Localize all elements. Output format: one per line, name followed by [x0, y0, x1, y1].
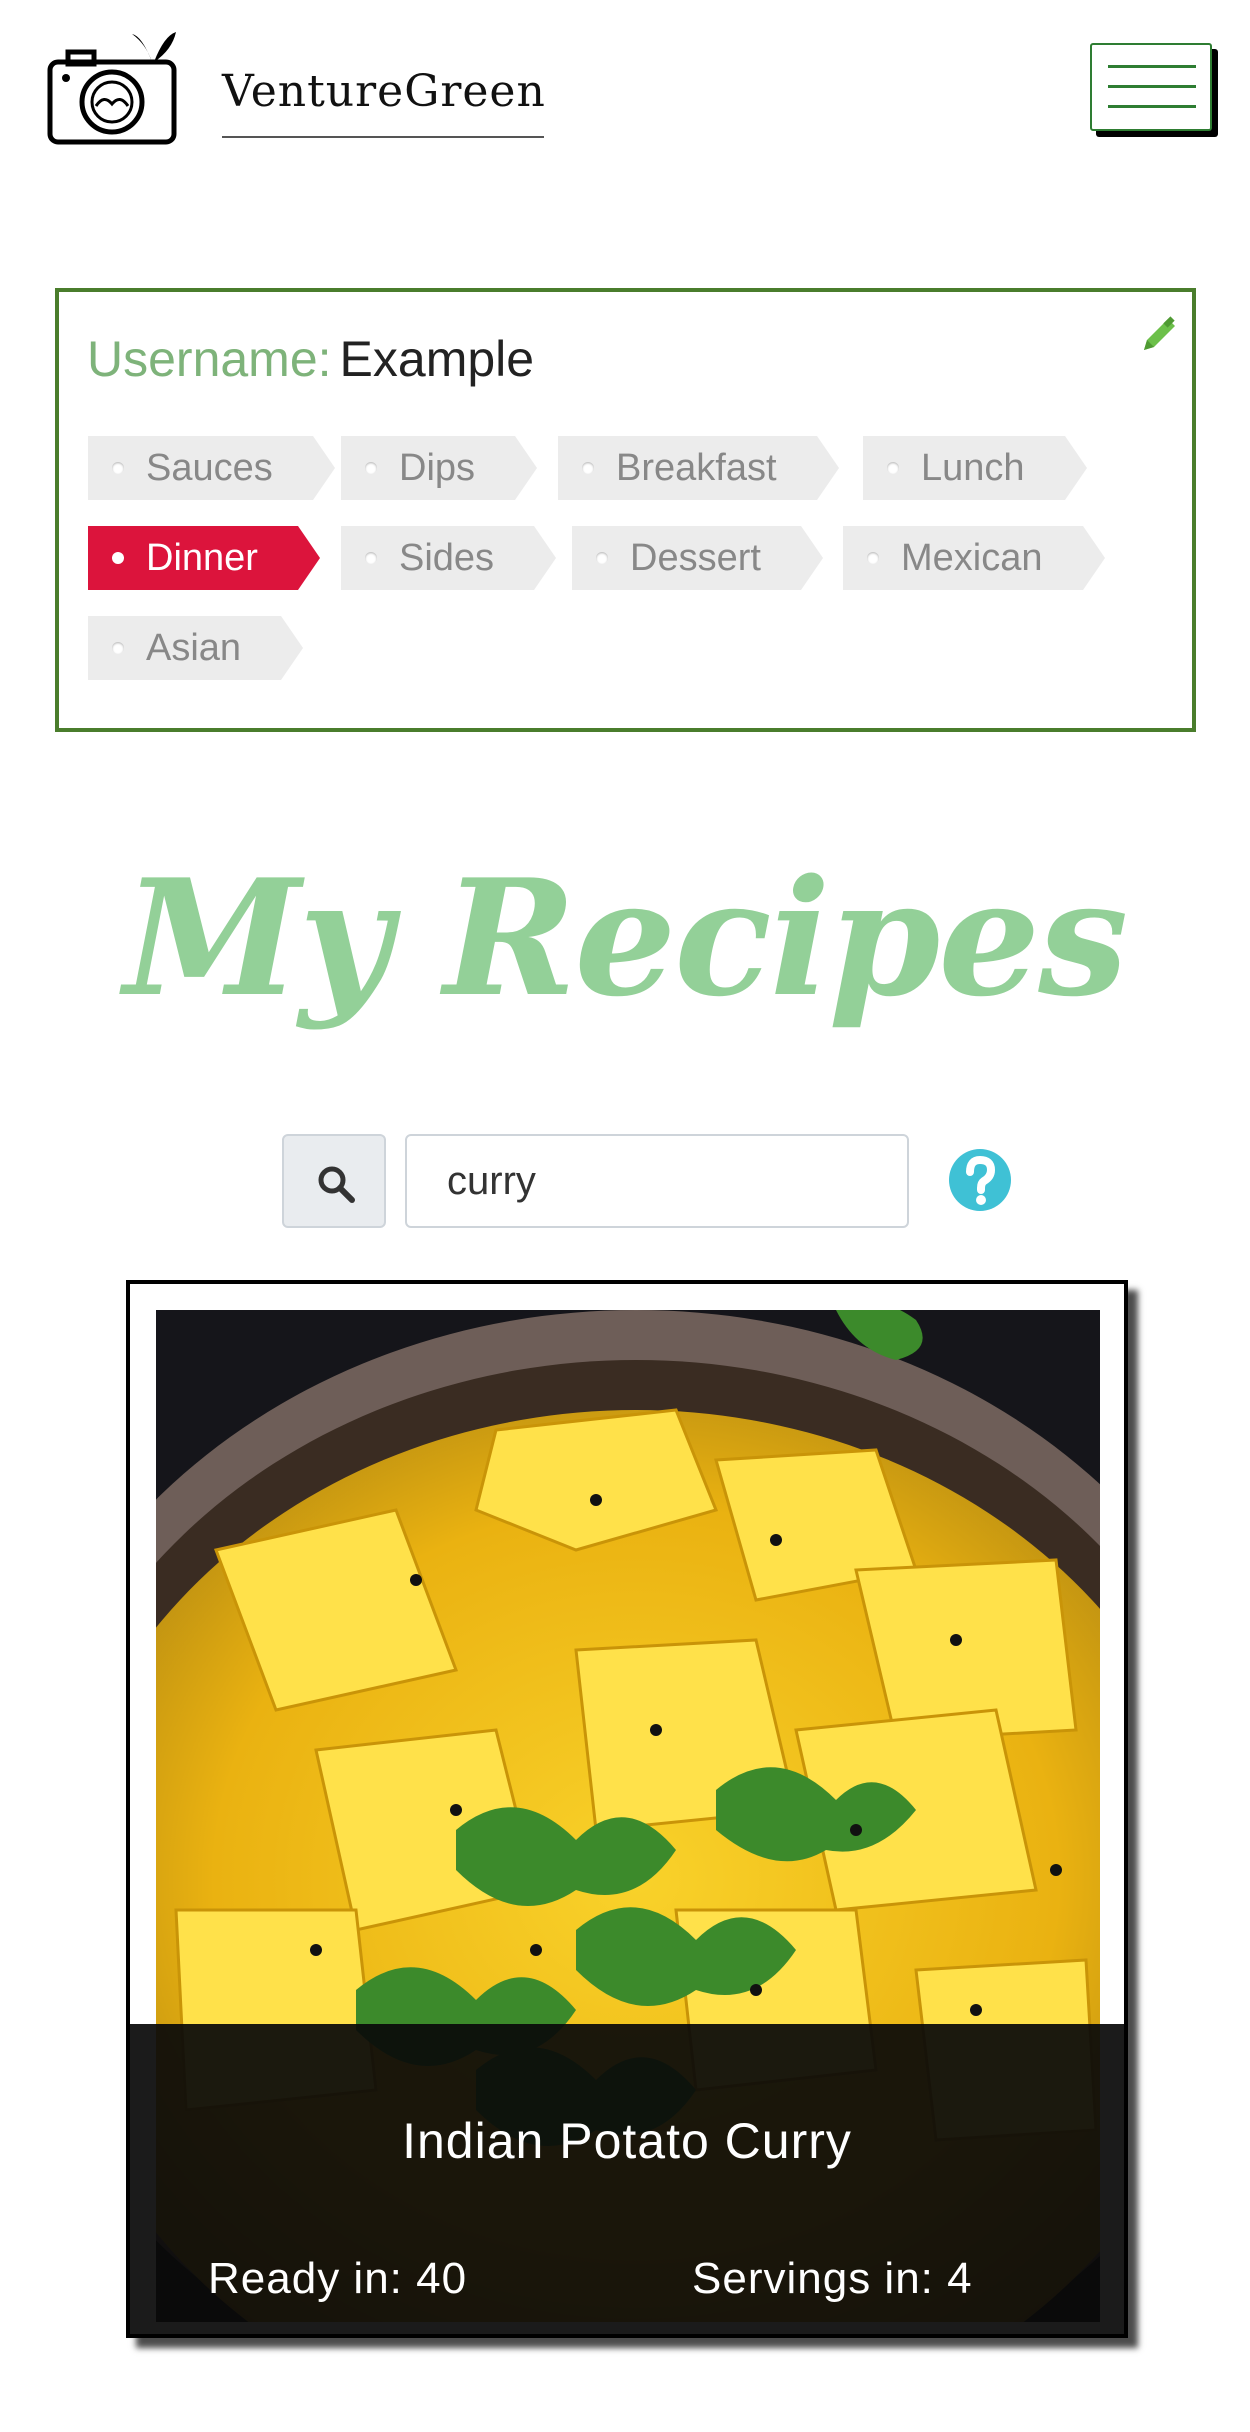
app-header: VentureGreen [0, 0, 1250, 180]
tag-dot [112, 462, 124, 474]
hamburger-icon [1108, 85, 1196, 88]
recipe-ready-time: Ready in: 40 [208, 2254, 468, 2303]
tag-mexican[interactable]: Mexican [843, 526, 1104, 590]
brand-underline [222, 136, 544, 138]
tag-label: Dessert [630, 537, 761, 579]
tag-dips[interactable]: Dips [341, 436, 538, 500]
tag-label: Asian [146, 627, 242, 669]
tag-sauces[interactable]: Sauces [88, 436, 335, 500]
tag-dot [887, 462, 899, 474]
search-button[interactable] [282, 1134, 386, 1228]
question-circle-icon[interactable] [948, 1148, 1012, 1212]
username-label: Username: [87, 331, 332, 387]
tag-dot [596, 552, 608, 564]
tag-dot [112, 552, 124, 564]
tag-dot [582, 462, 594, 474]
tag-label: Sauces [146, 447, 273, 489]
search-icon [318, 1166, 355, 1203]
brand-name[interactable]: VentureGreen [222, 66, 546, 117]
tag-dessert[interactable]: Dessert [572, 526, 823, 590]
tag-label: Breakfast [616, 447, 777, 489]
username-row: Username: Example [87, 328, 534, 390]
tag-dot [867, 552, 879, 564]
profile-panel: Username: Example Sauces Dips Breakfast L… [55, 288, 1196, 732]
tag-lunch[interactable]: Lunch [863, 436, 1087, 500]
recipe-info-overlay: Indian Potato Curry Ready in: 40 Serving… [130, 2024, 1124, 2334]
recipe-name: Indian Potato Curry [402, 2113, 852, 2169]
tag-dinner[interactable]: Dinner [88, 526, 320, 590]
search-input[interactable] [405, 1134, 909, 1228]
tag-label: Lunch [921, 447, 1025, 489]
tag-dot [112, 642, 124, 654]
hamburger-icon [1108, 105, 1196, 108]
menu-button[interactable] [1090, 43, 1212, 131]
tag-label: Dips [399, 447, 476, 489]
tag-row: Sauces Dips Breakfast Lunch [88, 436, 1148, 526]
category-tags: Sauces Dips Breakfast Lunch Dinner Sides… [88, 436, 1148, 706]
recipe-card[interactable]: Indian Potato Curry Ready in: 40 Serving… [126, 1280, 1128, 2338]
tag-label: Sides [399, 537, 495, 579]
tag-dot [365, 552, 377, 564]
tag-sides[interactable]: Sides [341, 526, 557, 590]
tag-dot [365, 462, 377, 474]
camera-leaf-icon[interactable] [46, 28, 178, 146]
page-title: My Recipes [123, 844, 1129, 1032]
pencil-icon[interactable] [1140, 314, 1180, 354]
tag-label: Dinner [146, 537, 258, 579]
tag-breakfast[interactable]: Breakfast [558, 436, 839, 500]
tag-asian[interactable]: Asian [88, 616, 304, 680]
recipe-servings: Servings in: 4 [692, 2254, 973, 2303]
tag-row: Asian [88, 616, 1148, 706]
hamburger-icon [1108, 65, 1196, 68]
username-value: Example [339, 331, 535, 387]
tag-row: Dinner Sides Dessert Mexican [88, 526, 1148, 616]
tag-label: Mexican [901, 537, 1043, 579]
